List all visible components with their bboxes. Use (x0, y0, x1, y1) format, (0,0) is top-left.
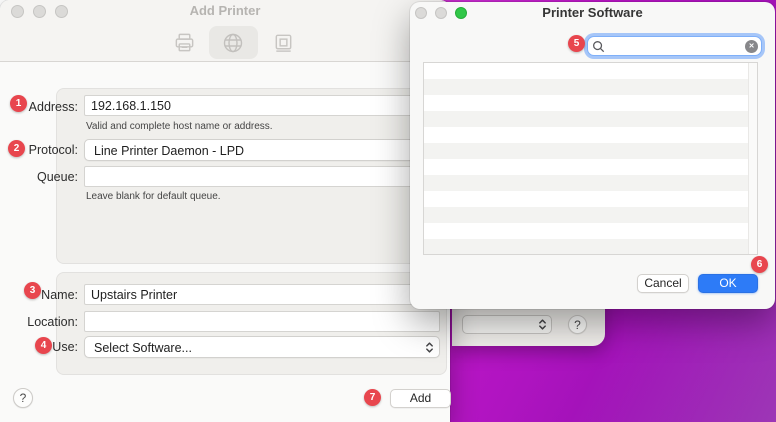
printer-software-dialog: Printer Software ✕ Cancel OK (410, 2, 775, 309)
callout-badge-3: 3 (24, 282, 41, 299)
background-popup-button[interactable] (462, 315, 552, 334)
ip-printer-globe-icon[interactable] (221, 31, 245, 60)
use-popup-button[interactable]: Select Software... (84, 336, 440, 358)
search-input[interactable] (607, 38, 737, 54)
callout-badge-5: 5 (568, 35, 585, 52)
ok-button[interactable]: OK (698, 274, 758, 293)
list-scrollbar[interactable] (748, 63, 757, 254)
callout-badge-1: 1 (10, 95, 27, 112)
name-input[interactable] (84, 284, 440, 305)
protocol-value: Line Printer Daemon - LPD (94, 144, 244, 158)
chevron-up-down-icon (538, 318, 547, 336)
callout-badge-7: 7 (364, 389, 381, 406)
cancel-button[interactable]: Cancel (637, 274, 689, 293)
address-input[interactable] (84, 95, 440, 116)
queue-label: Queue: (0, 170, 78, 184)
software-list[interactable] (423, 62, 758, 255)
location-label: Location: (0, 315, 78, 329)
search-field[interactable]: ✕ (587, 36, 762, 56)
add-printer-window: Add Printer (0, 0, 450, 422)
screenshot-root: ? Add Printer (0, 0, 776, 422)
callout-badge-6: 6 (751, 256, 768, 273)
title-bar: Add Printer (0, 0, 450, 62)
dialog-title: Printer Software (410, 5, 775, 20)
location-input[interactable] (84, 311, 440, 332)
protocol-popup-button[interactable]: Line Printer Daemon - LPD (84, 139, 440, 161)
use-value: Select Software... (94, 341, 192, 355)
background-help-button[interactable]: ? (568, 315, 587, 334)
help-button[interactable]: ? (13, 388, 33, 408)
window-title: Add Printer (0, 3, 450, 18)
chevron-up-down-icon (425, 341, 434, 359)
queue-helper-text: Leave blank for default queue. (86, 191, 221, 202)
default-printer-icon[interactable] (173, 31, 196, 59)
address-helper-text: Valid and complete host name or address. (86, 121, 273, 132)
callout-badge-4: 4 (35, 337, 52, 354)
callout-badge-2: 2 (8, 140, 25, 157)
windows-printer-icon[interactable] (272, 31, 295, 59)
clear-search-icon[interactable]: ✕ (745, 40, 758, 53)
queue-input[interactable] (84, 166, 440, 187)
search-icon (592, 40, 605, 53)
add-button[interactable]: Add (390, 389, 451, 408)
